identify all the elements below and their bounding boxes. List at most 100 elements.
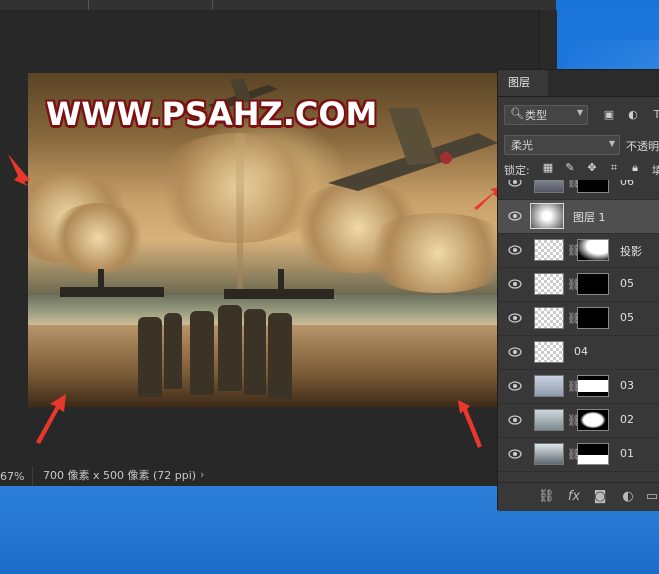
lock-row: 锁定: ▦ ✎ ✥ ⌗ 🔒︎ 填 (498, 158, 659, 180)
add-mask-icon[interactable]: ◙ (592, 489, 608, 505)
layer-mask-thumbnail[interactable] (577, 273, 609, 295)
warship-mast (278, 269, 284, 289)
layer-name: 06 (620, 180, 634, 188)
layer-row[interactable]: ⛓ 06 (498, 180, 659, 200)
lock-artboard-icon[interactable]: ⌗ (608, 162, 620, 174)
layer-row[interactable]: ⛓ 02 (498, 404, 659, 438)
soldier-figure (164, 313, 182, 389)
red-arrow-icon (8, 154, 30, 186)
adjustment-layer-icon[interactable]: ◐ (620, 489, 636, 505)
lock-position-icon[interactable]: ✥ (586, 162, 598, 174)
layer-thumbnail (534, 375, 564, 397)
eye-visibility-icon[interactable] (508, 244, 522, 256)
layer-name: 05 (620, 311, 634, 324)
soldier-figure (244, 309, 266, 395)
layer-thumbnail (530, 203, 564, 229)
fill-label: 填 (652, 164, 659, 177)
layer-thumbnail (534, 409, 564, 431)
layer-row[interactable]: ⛓ 投影 (498, 234, 659, 268)
warship-left (60, 287, 164, 297)
document-tab-strip[interactable] (0, 0, 556, 10)
layer-thumbnail (534, 273, 564, 295)
cloud-shape (358, 213, 498, 293)
soldier-figure (268, 313, 292, 399)
layer-name: 03 (620, 379, 634, 392)
eye-visibility-icon[interactable] (508, 312, 522, 324)
blend-mode-row: 柔光 ▼ 不透明 (498, 130, 659, 158)
layer-name: 02 (620, 413, 634, 426)
chevron-down-icon: ▼ (608, 139, 615, 148)
lock-image-pixels-icon[interactable]: ✎ (564, 162, 576, 174)
layer-filter-type-select[interactable]: 🔍︎ 类型 ▼ (504, 105, 588, 125)
search-icon: 🔍︎ (510, 107, 524, 120)
layer-name: 05 (620, 277, 634, 290)
red-arrow-icon (474, 187, 500, 210)
eye-visibility-icon[interactable] (508, 180, 522, 188)
type-filter-icon[interactable]: T (651, 109, 659, 120)
document-canvas[interactable]: WWW.PSAHZ.COM (28, 73, 498, 407)
warship-right (224, 289, 334, 299)
blend-mode-select[interactable]: 柔光 ▼ (504, 135, 620, 155)
eye-visibility-icon[interactable] (508, 380, 522, 392)
link-layers-icon[interactable]: ⛓ (538, 489, 555, 505)
eye-visibility-icon[interactable] (508, 210, 522, 222)
layer-mask-thumbnail[interactable] (577, 180, 609, 193)
layer-row[interactable]: 04 (498, 336, 659, 370)
new-group-icon[interactable]: ▭ (644, 489, 659, 505)
opacity-label: 不透明 (626, 140, 659, 153)
cloud-shape (48, 203, 148, 273)
layer-filter-row: 🔍︎ 类型 ▼ ▣ ◐ T (498, 96, 659, 130)
tab-divider (88, 0, 89, 10)
soldier-figure (138, 317, 162, 397)
layer-mask-thumbnail[interactable] (577, 409, 609, 431)
layer-name: 图层 1 (573, 211, 606, 224)
status-bar: 67% 700 像素 x 500 像素 (72 ppi) › (0, 466, 497, 486)
lock-label: 锁定: (504, 164, 530, 177)
layer-row[interactable]: ⛓ 05 (498, 302, 659, 336)
layer-mask-thumbnail[interactable] (577, 307, 609, 329)
layer-mask-thumbnail[interactable] (577, 443, 609, 465)
layers-panel-tabbar: 图层 (498, 70, 659, 97)
status-more-arrow-icon[interactable]: › (200, 468, 204, 481)
layer-name: 01 (620, 447, 634, 460)
layer-row[interactable]: ⛓ 01 (498, 438, 659, 472)
canvas-watermark-text: WWW.PSAHZ.COM (46, 95, 378, 133)
eye-visibility-icon[interactable] (508, 278, 522, 290)
photoshop-workspace: WWW.PSAHZ.COM 67% 700 像素 x 500 像素 (72 pp… (0, 0, 557, 486)
tab-divider (212, 0, 213, 10)
tab-layers[interactable]: 图层 (498, 70, 548, 96)
layer-thumbnail (534, 239, 564, 261)
layer-row[interactable]: ⛓ 05 (498, 268, 659, 302)
warship-mast (98, 269, 104, 287)
image-filter-icon[interactable]: ▣ (603, 109, 615, 120)
layer-mask-thumbnail[interactable] (577, 239, 609, 261)
document-size-info[interactable]: 700 像素 x 500 像素 (72 ppi) (32, 466, 196, 486)
eye-visibility-icon[interactable] (508, 414, 522, 426)
chevron-down-icon: ▼ (576, 108, 583, 117)
layer-name: 投影 (620, 245, 642, 258)
layer-thumbnail (534, 443, 564, 465)
soldier-figure (190, 311, 214, 395)
red-arrow-icon (36, 394, 66, 444)
layers-panel-footer: ⛓ fx ◙ ◐ ▭ (498, 482, 659, 511)
layer-name: 04 (574, 345, 588, 358)
adjustment-filter-icon[interactable]: ◐ (627, 109, 639, 120)
lock-all-icon[interactable]: 🔒︎ (629, 162, 641, 174)
layer-thumbnail (534, 180, 564, 193)
layer-row-selected[interactable]: 图层 1 (498, 200, 659, 234)
soldier-figure (218, 305, 242, 391)
layer-row[interactable]: ⛓ 03 (498, 370, 659, 404)
layer-thumbnail (534, 307, 564, 329)
eye-visibility-icon[interactable] (508, 346, 522, 358)
red-arrow-icon (458, 400, 482, 448)
blend-mode-value: 柔光 (511, 139, 533, 152)
layer-mask-thumbnail[interactable] (577, 375, 609, 397)
zoom-level[interactable]: 67% (0, 470, 24, 483)
layers-panel: 图层 🔍︎ 类型 ▼ ▣ ◐ T 柔光 ▼ 不透明 锁定: ▦ ✎ ✥ ⌗ 🔒︎… (497, 69, 659, 511)
fx-icon[interactable]: fx (566, 489, 582, 505)
eye-visibility-icon[interactable] (508, 448, 522, 460)
layer-thumbnail (534, 341, 564, 363)
layer-list: ⛓ 06 图层 1 ⛓ 投影 ⛓ 05 ⛓ 05 04 ⛓ 03 ⛓ 02 ⛓ … (498, 180, 659, 482)
lock-transparent-pixels-icon[interactable]: ▦ (542, 162, 554, 174)
filter-type-label: 类型 (525, 109, 547, 122)
